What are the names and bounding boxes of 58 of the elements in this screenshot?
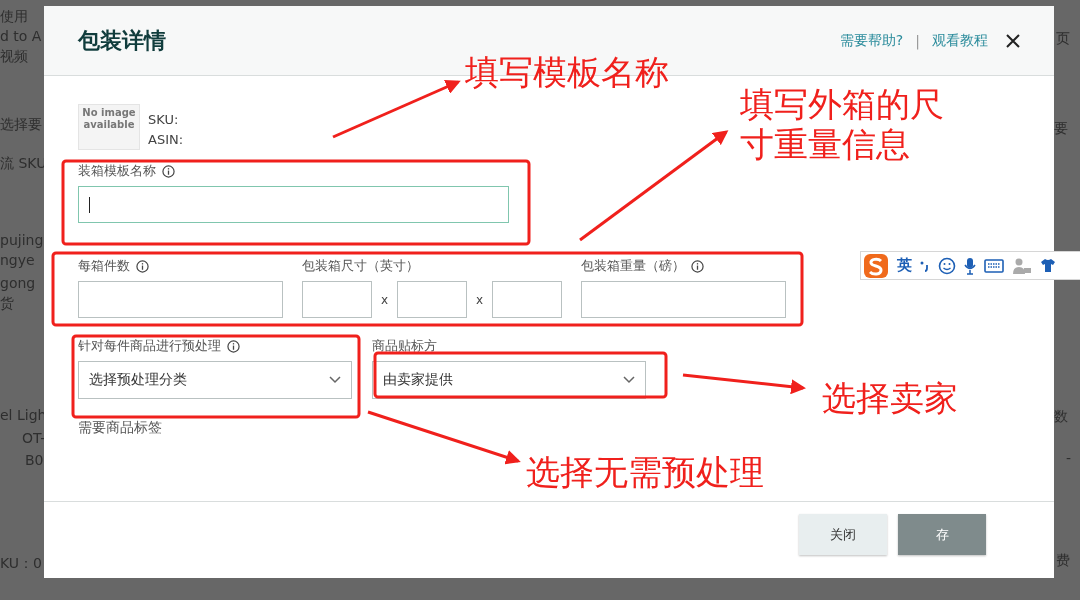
background-text: 视频 bbox=[0, 48, 28, 66]
background-text: - bbox=[1066, 450, 1072, 466]
annotation-text: 填写模板名称 bbox=[465, 52, 669, 92]
tutorial-link[interactable]: 观看教程 bbox=[932, 31, 988, 50]
field-label: 商品贴标方 bbox=[372, 337, 437, 355]
field-label: 针对每件商品进行预处理 bbox=[78, 337, 221, 355]
annotation-text: 选择卖家 bbox=[822, 378, 958, 418]
ime-logo-icon[interactable] bbox=[863, 252, 889, 279]
info-icon bbox=[136, 259, 149, 273]
shirt-icon[interactable] bbox=[1040, 258, 1056, 273]
background-text: ngye bbox=[0, 252, 35, 268]
background-text: 要 bbox=[1054, 120, 1068, 138]
annotation-text: 选择无需预处理 bbox=[526, 452, 764, 492]
prep-category-select[interactable]: 选择预处理分类 bbox=[78, 361, 352, 399]
info-icon bbox=[691, 259, 705, 273]
background-text: 费 bbox=[1056, 552, 1070, 570]
times-sign: x bbox=[476, 292, 484, 307]
save-button[interactable]: 存 bbox=[898, 514, 986, 555]
dimension-input[interactable] bbox=[302, 281, 372, 318]
annotation-text: 填写外箱的尺寸重量信息 bbox=[740, 84, 945, 164]
info-icon bbox=[227, 339, 240, 353]
units-per-box-input[interactable] bbox=[78, 281, 283, 318]
ime-mode-toggle[interactable]: 英 bbox=[897, 256, 912, 275]
background-text: B0 bbox=[25, 452, 44, 468]
user-icon[interactable] bbox=[1012, 256, 1032, 275]
emoji-icon[interactable] bbox=[938, 256, 956, 275]
placeholder-text: No image available bbox=[82, 107, 136, 130]
dialog-title: 包装详情 bbox=[78, 26, 167, 55]
separator-text: | bbox=[915, 32, 920, 49]
close-icon[interactable] bbox=[1006, 33, 1020, 48]
label-required-text: 需要商品标签 bbox=[78, 419, 162, 437]
asin-label: ASIN: bbox=[148, 131, 184, 149]
help-link[interactable]: 需要帮助? bbox=[839, 31, 904, 50]
info-icon bbox=[162, 164, 175, 178]
field-label: 装箱模板名称 bbox=[78, 162, 156, 180]
background-text: d to A bbox=[0, 28, 42, 44]
background-text: 货 bbox=[0, 295, 14, 313]
chevron-down-icon bbox=[623, 376, 635, 384]
background-text: KU：0 bbox=[0, 555, 42, 573]
sku-label: SKU: bbox=[148, 111, 180, 129]
field-label: 包装箱重量（磅） bbox=[581, 257, 686, 275]
chevron-down-icon bbox=[329, 376, 341, 384]
box-weight-input[interactable] bbox=[581, 281, 787, 318]
background-text: 使用 bbox=[0, 8, 28, 26]
field-label: 每箱件数 bbox=[78, 257, 130, 275]
dimension-input[interactable] bbox=[492, 281, 563, 318]
background-text: 页 bbox=[1056, 30, 1070, 48]
times-sign: x bbox=[381, 292, 389, 307]
background-text: gong bbox=[0, 275, 36, 291]
dimension-input[interactable] bbox=[397, 281, 468, 318]
background-text: OT- bbox=[22, 430, 46, 446]
microphone-icon[interactable] bbox=[964, 256, 976, 275]
close-button[interactable]: 关闭 bbox=[799, 514, 887, 555]
labeling-owner-select[interactable]: 由卖家提供 bbox=[372, 361, 646, 399]
background-text: pujing bbox=[0, 232, 44, 248]
field-label: 包装箱尺寸（英寸） bbox=[302, 257, 419, 275]
template-name-input[interactable] bbox=[78, 186, 509, 223]
keyboard-icon[interactable] bbox=[984, 258, 1004, 273]
